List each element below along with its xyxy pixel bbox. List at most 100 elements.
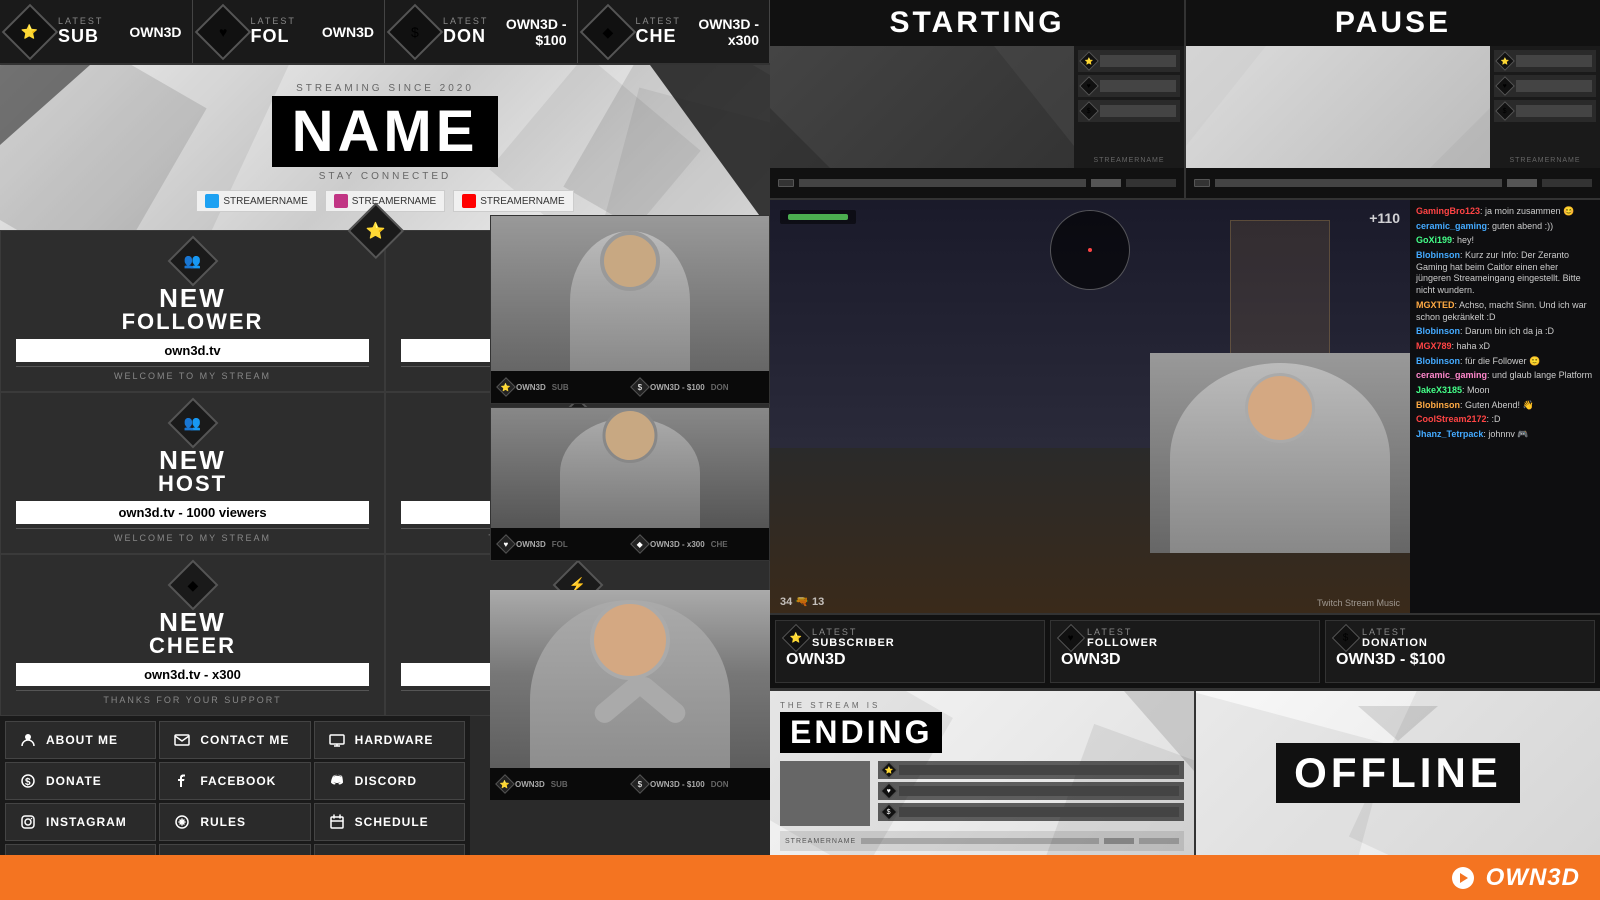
don-icon: $ [387, 3, 444, 60]
youtube-icon [462, 194, 476, 208]
instagram-handle: STREAMERNAME [352, 196, 436, 207]
about-me-icon [18, 730, 38, 750]
discord-button[interactable]: DISCORD [314, 762, 465, 800]
bss-value-1: OWN3D [786, 651, 1034, 669]
don-latest-label: LATEST [443, 16, 488, 26]
sub-label: SUB [58, 26, 99, 46]
cheer-value: own3d.tv - x300 [16, 663, 369, 686]
webcam-panel-1: ⭐ OWN3D SUB $ OWN3D - $100 DON [490, 215, 770, 404]
follower-new: NEW [159, 285, 226, 311]
bss-type-2: FOLLOWER [1087, 637, 1158, 649]
chat-msg-7: MGX789: haha xD [1416, 341, 1594, 353]
hardware-button[interactable]: HARDWARE [314, 721, 465, 759]
contact-me-icon [172, 730, 192, 750]
ending-title: ENDING [780, 712, 942, 753]
footer-bar: OWN3D [0, 855, 1600, 900]
starting-title: STARTING [889, 6, 1064, 40]
bss-latest-3: LATEST [1362, 627, 1428, 637]
contact-me-button[interactable]: CONTACT ME [159, 721, 310, 759]
offline-screen: OFFLINE [1196, 691, 1600, 855]
action-buttons: ABOUT ME CONTACT ME HARDWARE $ DONATE FA… [0, 716, 470, 855]
chat-msg-13: Jhanz_Tetrpack: johnnv 🎮 [1416, 429, 1594, 441]
main-stream-section: +110 34 🔫 13 Twitch Stream Music GamingB… [770, 200, 1600, 615]
schedule-label: SCHEDULE [355, 815, 429, 829]
alert-cheer: ◆ NEW CHEER own3d.tv - x300 THANKS FOR Y… [0, 554, 385, 716]
about-me-label: ABOUT ME [46, 733, 118, 747]
facebook-button[interactable]: FACEBOOK [159, 762, 310, 800]
schedule-icon [327, 812, 347, 832]
ending-screen: THE STREAM IS ENDING ⭐ ♥ $ STR [770, 691, 1196, 855]
own3d-logo: OWN3D [1452, 864, 1580, 892]
stat-don: $ LATEST DON OWN3D - $100 [385, 0, 578, 63]
cheer-welcome: THANKS FOR YOUR SUPPORT [16, 690, 369, 705]
stream-header: STREAMING SINCE 2020 NAME STAY CONNECTED… [0, 65, 770, 230]
pause-panel: PAUSE ⭐ ♥ $ STREA [1186, 0, 1600, 198]
svg-text:$: $ [25, 777, 31, 788]
discord-icon [327, 771, 347, 791]
chat-msg-4: Blobinson: Kurz zur Info: Der Zeranto Ga… [1416, 250, 1594, 297]
schedule-button[interactable]: SCHEDULE [314, 803, 465, 841]
chat-msg-11: Blobinson: Guten Abend! 👋 [1416, 400, 1594, 412]
webcam-panel-2: ♥ OWN3D FOL ◆ OWN3D - x300 CHE [490, 407, 770, 561]
chat-msg-1: GamingBro123: ja moin zusammen 😊 [1416, 206, 1594, 218]
che-label: CHE [636, 26, 677, 46]
bottom-stat-don: $ LATEST DONATION OWN3D - $100 [1325, 620, 1595, 683]
webcam-panel-2-stats: ♥ OWN3D FOL ◆ OWN3D - x300 CHE [491, 528, 769, 560]
instagram-button[interactable]: INSTAGRAM [5, 803, 156, 841]
bottom-stat-fol: ♥ LATEST FOLLOWER OWN3D [1050, 620, 1320, 683]
fol-label: FOL [251, 26, 290, 46]
chat-msg-12: CoolStream2172: :D [1416, 414, 1594, 426]
donate-button[interactable]: $ DONATE [5, 762, 156, 800]
bss-value-3: OWN3D - $100 [1336, 651, 1584, 669]
chat-msg-3: GoXi199: hey! [1416, 235, 1594, 247]
webcam-excited: ⭐ OWN3D SUB $ OWN3D - $100 DON [490, 590, 770, 800]
che-latest-label: LATEST [636, 16, 681, 26]
chat-msg-6: Blobinson: Darum bin ich da ja :D [1416, 326, 1594, 338]
donate-icon: $ [18, 771, 38, 791]
starting-bottom-bar [770, 168, 1184, 198]
webcam-alert-section: ⭐ OWN3D SUB $ OWN3D - $100 DON ♥ OWN3D F… [490, 215, 770, 561]
twitter-handle: STREAMERNAME [223, 196, 307, 207]
pause-bottom-bar [1186, 168, 1600, 198]
instagram-btn-icon [18, 812, 38, 832]
twitter-link[interactable]: STREAMERNAME [196, 190, 316, 212]
channel-name: NAME [272, 96, 499, 167]
sub-icon: ⭐ [2, 3, 59, 60]
facebook-icon [172, 771, 192, 791]
youtube-button[interactable]: YOUTUBE [314, 844, 465, 855]
game-video: +110 34 🔫 13 Twitch Stream Music [770, 200, 1410, 613]
alert-follower: 👥 NEW FOLLOWER own3d.tv WELCOME TO MY ST… [0, 230, 385, 392]
stream-webcam-overlay [1150, 353, 1410, 553]
own3d-play-icon [1452, 867, 1474, 889]
chat-msg-10: JakeX3185: Moon [1416, 385, 1594, 397]
discord-label: DISCORD [355, 774, 417, 788]
rules-button[interactable]: RULES [159, 803, 310, 841]
che-icon: ◆ [579, 3, 636, 60]
rules-label: RULES [200, 815, 246, 829]
stat-fol: ♥ LATEST FOL OWN3D [193, 0, 386, 63]
ending-video-placeholder [780, 761, 870, 826]
twitter-icon [205, 194, 219, 208]
don-value: OWN3D - $100 [488, 16, 566, 48]
subscribe-button[interactable]: SUBSCRIBE [5, 844, 156, 855]
chat-msg-8: Blobinson: für die Follower 🙂 [1416, 356, 1594, 368]
instagram-link[interactable]: STREAMERNAME [325, 190, 445, 212]
pause-sidebar: ⭐ ♥ $ STREAMERNAME [1490, 46, 1600, 168]
youtube-link[interactable]: STREAMERNAME [453, 190, 573, 212]
twitter-button[interactable]: TWITTER [159, 844, 310, 855]
webcam-bottom-stats: ⭐ OWN3D SUB $ OWN3D - $100 DON [490, 768, 770, 800]
follower-type: FOLLOWER [122, 311, 264, 333]
fol-value: OWN3D [322, 24, 374, 40]
youtube-handle: STREAMERNAME [480, 196, 564, 207]
about-me-button[interactable]: ABOUT ME [5, 721, 156, 759]
bss-type-3: DONATION [1362, 637, 1428, 649]
host-value: own3d.tv - 1000 viewers [16, 501, 369, 524]
che-value: OWN3D - x300 [681, 16, 759, 48]
top-right-panels: STARTING ⭐ ♥ $ ST [770, 0, 1600, 200]
alert-host: 👥 NEW HOST own3d.tv - 1000 viewers WELCO… [0, 392, 385, 554]
chat-msg-9: ceramic_gaming: und glaub lange Platform [1416, 370, 1594, 382]
bss-value-2: OWN3D [1061, 651, 1309, 669]
fol-latest-label: LATEST [251, 16, 322, 26]
fol-icon: ♥ [194, 3, 251, 60]
instagram-icon [334, 194, 348, 208]
